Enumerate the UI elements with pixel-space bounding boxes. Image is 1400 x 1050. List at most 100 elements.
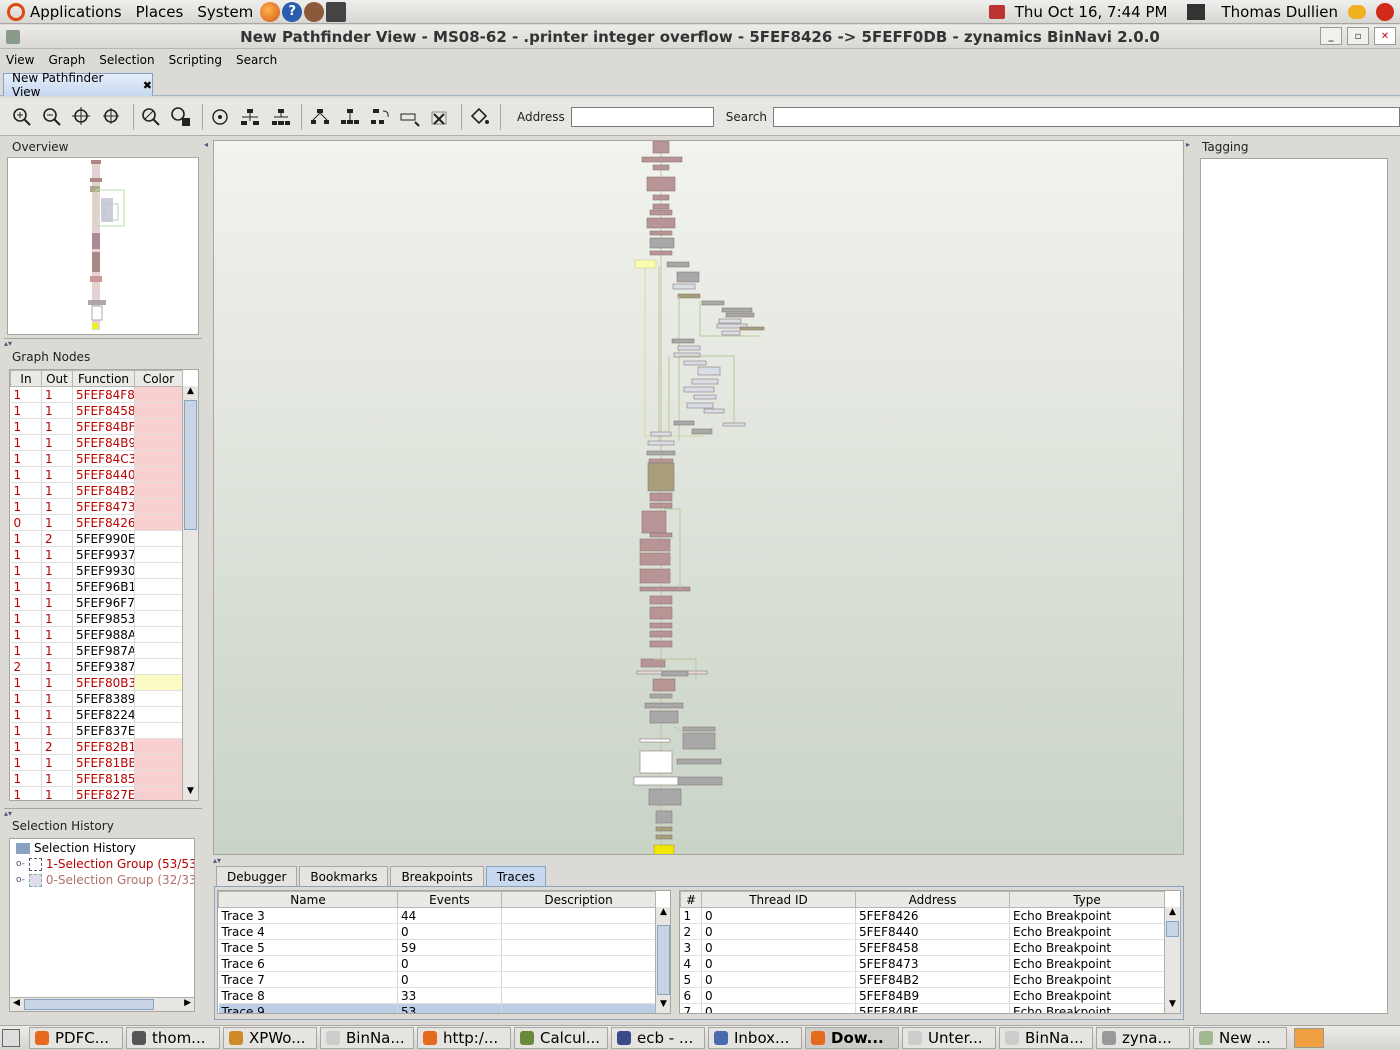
graph-canvas[interactable]: [213, 140, 1184, 855]
left-splitter[interactable]: ◂: [204, 140, 212, 855]
graph-node[interactable]: [649, 606, 673, 620]
taskbar-button[interactable]: XPWo...: [223, 1027, 317, 1049]
table-row[interactable]: 1 1 5FEF8224: [10, 706, 183, 723]
scroll-down-icon[interactable]: ▼: [1165, 999, 1180, 1013]
scroll-down-icon[interactable]: ▼: [183, 786, 198, 800]
network-icon[interactable]: [1187, 3, 1206, 20]
graph-node[interactable]: [639, 750, 673, 774]
scroll-right-icon[interactable]: ▶: [184, 998, 191, 1008]
splitter-graph-nodes[interactable]: ▴▾: [4, 808, 202, 818]
table-row[interactable]: Trace 60: [218, 955, 656, 972]
graph-node[interactable]: [655, 826, 673, 832]
tab-close-icon[interactable]: ✖: [143, 79, 152, 92]
graph-node[interactable]: [646, 176, 676, 192]
tree-item[interactable]: o- 1-Selection Group (53/53/(: [16, 857, 194, 871]
graph-node[interactable]: [649, 502, 673, 509]
events-scrollbar[interactable]: ▲ ▼: [1164, 907, 1180, 1013]
graph-node[interactable]: [739, 326, 765, 331]
graph-node[interactable]: [646, 450, 676, 456]
call-graph[interactable]: [214, 141, 1184, 855]
bottom-splitter[interactable]: ▴▾: [213, 856, 1184, 865]
menu-scripting[interactable]: Scripting: [169, 53, 222, 67]
graph-node[interactable]: [641, 156, 683, 163]
graph-node[interactable]: [677, 293, 701, 299]
scrollbar-thumb[interactable]: [184, 400, 197, 530]
scrollbar-thumb[interactable]: [1166, 921, 1179, 937]
table-row[interactable]: 1 1 5FEF84B9: [10, 434, 183, 451]
places-menu[interactable]: Places: [129, 3, 191, 21]
table-row[interactable]: 1 1 5FEF988A: [10, 626, 183, 643]
column-header-function[interactable]: Function: [72, 370, 135, 387]
tree-expand-icon[interactable]: o-: [16, 875, 25, 885]
graph-node[interactable]: [649, 230, 673, 236]
menu-selection[interactable]: Selection: [99, 53, 154, 67]
tab-traces[interactable]: Traces: [485, 866, 546, 886]
table-row[interactable]: 1 1 5FEF9930: [10, 562, 183, 579]
column-header-description[interactable]: Description: [501, 891, 656, 908]
table-row[interactable]: 0 1 5FEF8426: [10, 514, 183, 531]
scroll-down-icon[interactable]: ▼: [656, 999, 670, 1013]
taskbar-button[interactable]: New ...: [1193, 1027, 1287, 1049]
firefox-launcher-icon[interactable]: [260, 1, 281, 22]
graph-node[interactable]: [649, 622, 673, 629]
table-row[interactable]: Trace 8 33: [218, 987, 656, 1004]
taskbar-button[interactable]: Unter...: [902, 1027, 996, 1049]
taskbar-button[interactable]: Dow...: [805, 1027, 899, 1049]
splitter-overview[interactable]: ▴▾: [4, 338, 202, 348]
graph-node[interactable]: [691, 378, 719, 385]
graph-node[interactable]: [649, 595, 673, 605]
select-children-icon[interactable]: [306, 103, 333, 131]
graph-node[interactable]: [647, 462, 675, 492]
graph-node[interactable]: [652, 141, 670, 154]
select-successors-icon[interactable]: [366, 103, 393, 131]
taskbar-button[interactable]: ecb - ...: [611, 1027, 705, 1049]
graph-node[interactable]: [721, 330, 741, 336]
graph-node[interactable]: [683, 360, 707, 366]
table-row[interactable]: 1 1 5FEF81BB: [10, 754, 183, 771]
graph-node[interactable]: [676, 758, 722, 765]
taskbar-button[interactable]: Inbox...: [708, 1027, 802, 1049]
scrollbar-thumb[interactable]: [657, 925, 670, 995]
table-row[interactable]: 1 1 5FEF84F8: [10, 386, 183, 403]
address-input[interactable]: [570, 106, 714, 127]
table-row[interactable]: 1 1 5FEF987A: [10, 642, 183, 659]
clock[interactable]: Thu Oct 16, 7:44 PM: [1015, 3, 1168, 21]
taskbar-button[interactable]: Calcul...: [514, 1027, 608, 1049]
user-name[interactable]: Thomas Dullien: [1221, 3, 1338, 21]
graph-node[interactable]: [652, 164, 670, 171]
help-launcher-icon[interactable]: ?: [282, 1, 303, 22]
graph-node[interactable]: [703, 408, 725, 414]
table-row[interactable]: 6 0 5FEF84B9 Echo Breakpoint: [680, 987, 1165, 1004]
graph-node[interactable]: [718, 318, 742, 324]
applications-menu[interactable]: Applications: [0, 2, 129, 21]
column-header-thread-id[interactable]: Thread ID: [701, 891, 856, 908]
table-row[interactable]: 4 0 5FEF8473 Echo Breakpoint: [680, 955, 1165, 972]
table-row[interactable]: 2 1 5FEF9387: [10, 658, 183, 675]
column-header-color[interactable]: Color: [134, 370, 183, 387]
table-row[interactable]: 2 0 5FEF8440 Echo Breakpoint: [680, 923, 1165, 940]
taskbar-button[interactable]: BinNa...: [320, 1027, 414, 1049]
table-row[interactable]: 1 1 5FEF96B1: [10, 578, 183, 595]
table-row[interactable]: 1 0 5FEF8426 Echo Breakpoint: [680, 907, 1165, 924]
table-row[interactable]: 1 1 5FEF84C3: [10, 450, 183, 467]
column-header-number[interactable]: #: [680, 891, 702, 908]
window-menu-icon[interactable]: [6, 30, 20, 44]
graph-node[interactable]: [686, 402, 714, 409]
graph-node[interactable]: [644, 702, 684, 709]
table-row[interactable]: 1 1 5FEF8473: [10, 498, 183, 515]
graph-node[interactable]: [648, 458, 674, 464]
orthogonal-layout-icon[interactable]: [237, 103, 264, 131]
minimize-button[interactable]: _: [1320, 27, 1342, 45]
graph-node[interactable]: [701, 300, 725, 306]
traces-scrollbar[interactable]: ▲ ▼: [655, 907, 670, 1013]
zoom-in-icon[interactable]: [8, 103, 35, 131]
graph-node[interactable]: [633, 776, 679, 786]
scroll-up-icon[interactable]: ▲: [656, 907, 670, 921]
table-row[interactable]: 5 0 5FEF84B2 Echo Breakpoint: [680, 971, 1165, 988]
table-row[interactable]: 3 0 5FEF8458 Echo Breakpoint: [680, 939, 1165, 956]
menu-view[interactable]: View: [6, 53, 34, 67]
scrollbar-thumb[interactable]: [24, 999, 154, 1010]
graph-node[interactable]: [646, 217, 676, 229]
taskbar-button[interactable]: BinNa...: [999, 1027, 1093, 1049]
graph-node[interactable]: [677, 776, 723, 786]
